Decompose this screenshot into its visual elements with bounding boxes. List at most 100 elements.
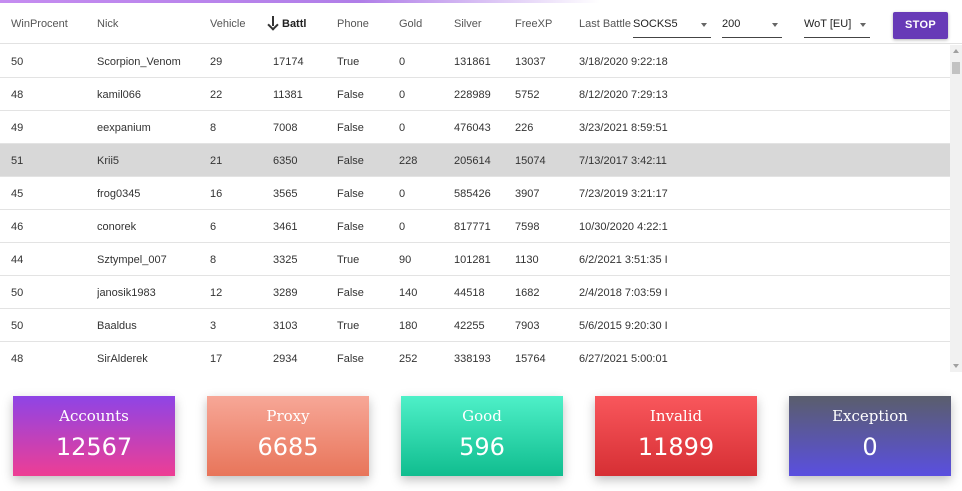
cell-last-battle: 2/4/2018 7:03:59 I	[579, 287, 668, 299]
invalid-card: Invalid 11899	[595, 396, 757, 476]
stop-button[interactable]: STOP	[893, 12, 948, 39]
table-row[interactable]: 48 kamil066 22 11381 False 0 228989 5752 8/12/20…	[0, 78, 950, 111]
cell-silver: 476043	[454, 122, 491, 134]
cell-vehicle: 21	[210, 155, 223, 167]
cell-gold: 252	[399, 353, 418, 365]
invalid-label: Invalid	[649, 407, 703, 425]
table-row[interactable]: 46 conorek 6 3461 False 0 817771 7598 10/30/2020…	[0, 210, 950, 243]
cell-silver: 585426	[454, 188, 491, 200]
column-header-last-battle[interactable]: Last Battle	[579, 4, 631, 44]
cell-phone: False	[337, 221, 364, 233]
column-header-phone[interactable]: Phone	[337, 4, 369, 44]
cell-battles: 3565	[273, 188, 298, 200]
invalid-count: 11899	[637, 433, 715, 461]
cell-winprocent: 50	[11, 287, 24, 299]
exception-card: Exception 0	[789, 396, 951, 476]
threads-select[interactable]: 200	[722, 14, 782, 38]
table-scrollbar[interactable]	[950, 45, 962, 372]
cell-vehicle: 8	[210, 122, 217, 134]
cell-vehicle: 17	[210, 353, 223, 365]
cell-winprocent: 45	[11, 188, 24, 200]
cell-gold: 0	[399, 89, 406, 101]
caret-down-icon	[772, 23, 778, 27]
cell-battles: 3325	[273, 254, 298, 266]
cell-phone: False	[337, 89, 364, 101]
good-card: Good 596	[401, 396, 563, 476]
cell-winprocent: 48	[11, 353, 24, 365]
scroll-thumb[interactable]	[952, 62, 960, 74]
table-row[interactable]: 50 janosik1983 12 3289 False 140 44518 1682 2/4/…	[0, 276, 950, 309]
cell-freexp: 3907	[515, 188, 540, 200]
cell-nick: Sztympel_007	[97, 254, 167, 266]
column-header-battles[interactable]: Battl	[268, 4, 306, 44]
cell-phone: False	[337, 353, 364, 365]
column-header-silver[interactable]: Silver	[454, 4, 482, 44]
cell-last-battle: 7/23/2019 3:21:17	[579, 188, 668, 200]
cell-winprocent: 44	[11, 254, 24, 266]
exception-label: Exception	[832, 407, 908, 425]
column-header-gold[interactable]: Gold	[399, 4, 422, 44]
cell-phone: True	[337, 56, 360, 68]
column-header-winprocent[interactable]: WinProcent	[11, 4, 68, 44]
scroll-down-icon[interactable]	[953, 364, 959, 368]
good-count: 596	[459, 433, 505, 461]
cell-phone: False	[337, 287, 364, 299]
cell-vehicle: 29	[210, 56, 223, 68]
cell-gold: 140	[399, 287, 418, 299]
column-header-vehicle[interactable]: Vehicle	[210, 4, 245, 44]
cell-silver: 817771	[454, 221, 491, 233]
table-row[interactable]: 45 frog0345 16 3565 False 0 585426 3907 7/23/201…	[0, 177, 950, 210]
cell-winprocent: 46	[11, 221, 24, 233]
cell-battles: 3289	[273, 287, 298, 299]
table-row[interactable]: 48 SirAlderek 17 2934 False 252 338193 15764 6/2…	[0, 342, 950, 372]
table-row[interactable]: 50 Baaldus 3 3103 True 180 42255 7903 5/6/2015 9…	[0, 309, 950, 342]
cell-gold: 0	[399, 122, 406, 134]
cell-vehicle: 12	[210, 287, 223, 299]
proxy-label: Proxy	[266, 407, 310, 425]
cell-battles: 6350	[273, 155, 298, 167]
cell-nick: frog0345	[97, 188, 141, 200]
proxy-card: Proxy 6685	[207, 396, 369, 476]
cell-winprocent: 50	[11, 320, 24, 332]
proxy-type-select[interactable]: SOCKS5	[633, 14, 711, 38]
cell-silver: 205614	[454, 155, 491, 167]
cell-silver: 131861	[454, 56, 491, 68]
proxy-count: 6685	[257, 433, 319, 461]
cell-silver: 338193	[454, 353, 491, 365]
cell-battles: 3103	[273, 320, 298, 332]
accounts-card: Accounts 12567	[13, 396, 175, 476]
cell-gold: 0	[399, 221, 406, 233]
threads-value: 200	[722, 18, 741, 30]
server-value: WoT [EU]	[804, 18, 852, 30]
cell-winprocent: 51	[11, 155, 24, 167]
caret-down-icon	[701, 23, 707, 27]
cell-gold: 0	[399, 188, 406, 200]
cell-gold: 180	[399, 320, 418, 332]
caret-down-icon	[860, 23, 866, 27]
cell-last-battle: 6/27/2021 5:00:01	[579, 353, 668, 365]
cell-battles: 17174	[273, 56, 304, 68]
cell-winprocent: 49	[11, 122, 24, 134]
cell-last-battle: 10/30/2020 4:22:1	[579, 221, 668, 233]
table-row[interactable]: 50 Scorpion_Venom 29 17174 True 0 131861 13037 3…	[0, 45, 950, 78]
column-header-freexp[interactable]: FreeXP	[515, 4, 552, 44]
cell-phone: True	[337, 320, 360, 332]
cell-nick: kamil066	[97, 89, 142, 101]
table-row[interactable]: 49 eexpanium 8 7008 False 0 476043 226 3/23/2021…	[0, 111, 950, 144]
cell-phone: False	[337, 188, 364, 200]
scroll-up-icon[interactable]	[953, 49, 959, 53]
server-select[interactable]: WoT [EU]	[804, 14, 870, 38]
cell-vehicle: 16	[210, 188, 223, 200]
cell-battles: 7008	[273, 122, 298, 134]
accounts-count: 12567	[55, 433, 133, 461]
table-row[interactable]: 51 Krii5 21 6350 False 228 205614 15074 7/13/201…	[0, 144, 950, 177]
arrow-down-icon	[268, 16, 278, 28]
cell-last-battle: 8/12/2020 7:29:13	[579, 89, 668, 101]
cell-nick: conorek	[97, 221, 137, 233]
table-header: WinProcent Nick Vehicle Battl Phone Gold…	[0, 4, 962, 44]
cell-last-battle: 7/13/2017 3:42:11	[579, 155, 667, 167]
table-row[interactable]: 44 Sztympel_007 8 3325 True 90 101281 1130 6/2/2…	[0, 243, 950, 276]
column-header-nick[interactable]: Nick	[97, 4, 118, 44]
cell-nick: SirAlderek	[97, 353, 148, 365]
cell-last-battle: 3/23/2021 8:59:51	[579, 122, 668, 134]
